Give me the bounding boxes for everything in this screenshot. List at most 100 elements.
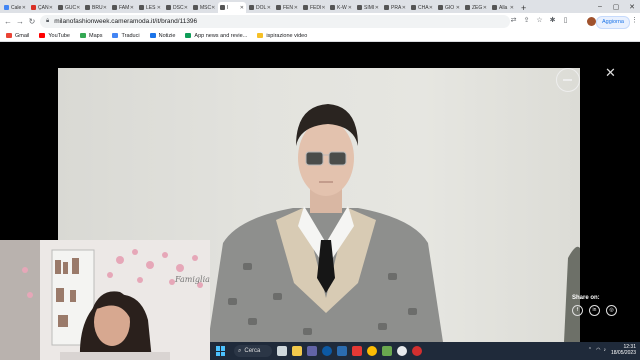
tab-close-icon[interactable]: ✕	[483, 5, 487, 11]
tab-close-icon[interactable]: ✕	[321, 5, 325, 11]
tab-12[interactable]: K-W ✕	[328, 2, 354, 13]
recorder-icon[interactable]	[412, 346, 422, 356]
store-icon[interactable]	[337, 346, 347, 356]
minimize-icon[interactable]: –	[592, 0, 608, 13]
tab-close-icon[interactable]: ✕	[76, 5, 80, 11]
tab-9[interactable]: DOL ✕	[247, 2, 273, 13]
window-controls: – ▢ ✕	[592, 0, 640, 13]
tab-17[interactable]: ZEG ✕	[463, 2, 489, 13]
chevron-up-icon[interactable]: ⌃	[588, 347, 592, 353]
back-icon[interactable]: ←	[2, 17, 14, 26]
bookmark-star-icon[interactable]: ☆	[535, 16, 544, 26]
tab-close-icon[interactable]: ✕	[157, 5, 161, 11]
webcam-feed: Famiglia	[0, 240, 210, 360]
tab-10[interactable]: FEN ✕	[274, 2, 300, 13]
office-icon[interactable]	[352, 346, 362, 356]
sidepanel-icon[interactable]: ▯	[561, 16, 570, 26]
bookmark-item[interactable]: App news and revie...	[185, 33, 247, 39]
close-window-icon[interactable]: ✕	[624, 0, 640, 13]
tab-label: FEN	[283, 4, 293, 11]
file-explorer-icon[interactable]	[292, 346, 302, 356]
tab-close-icon[interactable]: ✕	[375, 5, 379, 11]
edge-icon[interactable]	[322, 346, 332, 356]
volume-icon[interactable]: ♪	[603, 347, 606, 353]
linkedin-icon[interactable]: in	[589, 305, 600, 316]
bookmark-favicon-icon	[149, 33, 156, 38]
task-view-icon[interactable]	[277, 346, 287, 356]
tab-close-icon[interactable]: ✕	[456, 5, 460, 11]
taskbar: ⌕ Cerca ⌃ ◠ ♪ 12:31 18/05/2023	[210, 342, 640, 360]
tab-close-icon[interactable]: ✕	[429, 5, 433, 11]
tab-2[interactable]: GUC ✕	[56, 2, 82, 13]
share-page-icon[interactable]: ⇪	[522, 16, 531, 26]
clock-date: 18/05/2023	[610, 350, 636, 356]
tab-close-icon[interactable]: ✕	[49, 5, 53, 11]
tab-1[interactable]: ÇAN ✕	[29, 2, 55, 13]
tab-label: PRA	[391, 4, 402, 11]
tab-14[interactable]: PRA ✕	[382, 2, 408, 13]
tab-6[interactable]: DSC ✕	[164, 2, 190, 13]
tab-label: DOL	[256, 4, 267, 11]
menu-icon[interactable]: ⋮	[631, 16, 638, 24]
bookmark-item[interactable]: Notizie	[149, 33, 175, 39]
browser-toolbar: ← → ↻ 🔒︎ milanofashionweek.cameramoda.it…	[0, 13, 640, 30]
email-icon[interactable]: ◎	[606, 305, 617, 316]
tab-18[interactable]: Alla ✕	[490, 2, 516, 13]
tab-15[interactable]: CHA ✕	[409, 2, 435, 13]
facebook-icon[interactable]: f	[572, 305, 583, 316]
extensions-icon[interactable]: ✱	[548, 16, 557, 26]
bookmark-favicon-icon	[80, 33, 86, 38]
bookmark-item[interactable]: Traduci	[112, 32, 140, 39]
maximize-icon[interactable]: ▢	[608, 0, 624, 13]
tab-11[interactable]: FEDI ✕	[301, 2, 327, 13]
tab-close-icon[interactable]: ✕	[267, 5, 271, 11]
tab-close-icon[interactable]: ✕	[348, 5, 352, 11]
taskbar-search[interactable]: ⌕ Cerca	[234, 345, 272, 357]
start-icon[interactable]	[216, 346, 226, 356]
bookmark-item[interactable]: YouTube	[39, 33, 70, 39]
tab-close-icon[interactable]: ✕	[184, 5, 188, 11]
clock[interactable]: 12:31 18/05/2023	[611, 344, 636, 356]
bookmark-item[interactable]: Gmail	[6, 33, 29, 39]
tab-8[interactable]: I ✕	[218, 2, 246, 13]
update-button[interactable]: Aggiorna	[595, 16, 630, 29]
forward-icon[interactable]: →	[14, 17, 26, 26]
tab-favicon-icon	[31, 5, 36, 10]
app-icon[interactable]	[382, 346, 392, 356]
tab-close-icon[interactable]: ✕	[22, 5, 26, 11]
tab-0[interactable]: Cale ✕	[2, 2, 28, 13]
tab-close-icon[interactable]: ✕	[402, 5, 406, 11]
chrome-icon[interactable]	[367, 346, 377, 356]
search-icon: ⌕	[238, 347, 242, 354]
tab-label: K-W	[337, 4, 347, 11]
share-label: Share on:	[572, 295, 600, 301]
tab-7[interactable]: MSC ✕	[191, 2, 217, 13]
tab-close-icon[interactable]: ✕	[294, 5, 298, 11]
bookmarks-bar: Gmail YouTube Maps Traduci Notizie App news a…	[0, 30, 640, 42]
tab-close-icon[interactable]: ✕	[211, 5, 215, 11]
bookmark-item[interactable]: ispirazione video	[257, 33, 307, 39]
tab-13[interactable]: SIMI ✕	[355, 2, 381, 13]
bookmark-item[interactable]: Maps	[80, 33, 102, 39]
lock-icon[interactable]: 🔒︎	[46, 18, 49, 25]
bookmark-label: Traduci	[121, 32, 140, 39]
tab-16[interactable]: GIO ✕	[436, 2, 462, 13]
teams-icon[interactable]	[307, 346, 317, 356]
tab-close-icon[interactable]: ✕	[240, 5, 244, 11]
wifi-icon[interactable]: ◠	[596, 347, 600, 353]
minimize-lightbox-button[interactable]	[556, 68, 580, 92]
tab-4[interactable]: FAM ✕	[110, 2, 136, 13]
bookmark-favicon-icon	[185, 33, 192, 38]
close-icon[interactable]: ✕	[605, 66, 616, 79]
tab-5[interactable]: LES ✕	[137, 2, 163, 13]
address-bar[interactable]: 🔒︎ milanofashionweek.cameramoda.it/it/br…	[40, 15, 510, 28]
avatar[interactable]	[587, 17, 596, 26]
chrome-profile-icon[interactable]	[397, 346, 407, 356]
tab-close-icon[interactable]: ✕	[103, 5, 107, 11]
tab-close-icon[interactable]: ✕	[130, 5, 134, 11]
tab-close-icon[interactable]: ✕	[510, 5, 514, 11]
new-tab-button[interactable]: +	[521, 3, 531, 13]
reload-icon[interactable]: ↻	[26, 17, 38, 26]
translate-icon[interactable]: ⇄	[509, 16, 518, 26]
tab-3[interactable]: BRU ✕	[83, 2, 109, 13]
